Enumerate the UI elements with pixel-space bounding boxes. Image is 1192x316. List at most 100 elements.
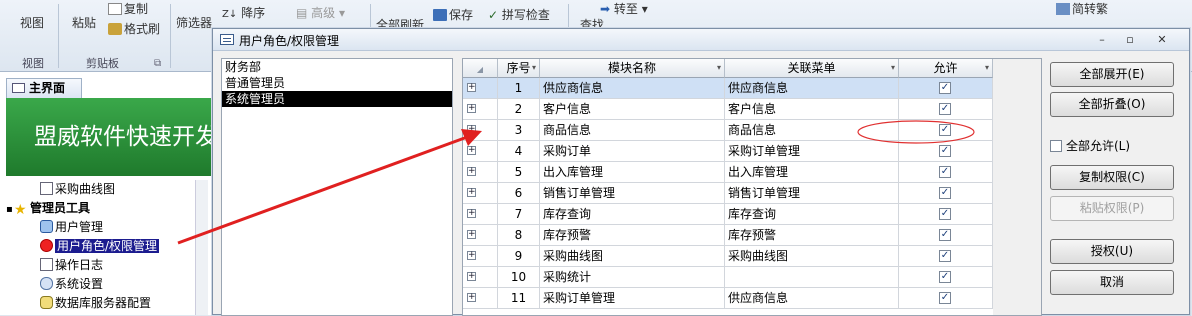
allow-checkbox[interactable]: ✓ [939, 82, 951, 94]
tree-item-label: 操作日志 [55, 258, 104, 272]
table-row[interactable]: +1 供应商信息 供应商信息 ✓ [463, 78, 993, 99]
column-header-module[interactable]: 模块名称 ▾ [540, 59, 725, 78]
clipboard-launcher-icon[interactable]: ⧉ [154, 58, 161, 69]
sort-descending-icon: Z↓ [222, 9, 238, 20]
expand-toggle-icon[interactable]: ▪ [6, 200, 14, 219]
allow-checkbox[interactable]: ✓ [939, 250, 951, 262]
allow-checkbox[interactable]: ✓ [939, 187, 951, 199]
tree-item-operation-log[interactable]: 操作日志 [6, 256, 196, 275]
expand-row-icon[interactable]: + [467, 125, 476, 134]
module-cell: 销售订单管理 [540, 183, 725, 204]
allow-cell: ✓ [899, 204, 993, 225]
format-painter-button[interactable]: 格式刷 [108, 20, 160, 37]
allow-checkbox[interactable]: ✓ [939, 208, 951, 220]
tree-item-user-management[interactable]: 用户管理 [6, 218, 196, 237]
menu-cell: 供应商信息 [725, 288, 899, 309]
dropdown-icon[interactable]: ▾ [717, 59, 721, 77]
expand-row-icon[interactable]: + [467, 83, 476, 92]
restore-button[interactable]: ▫ [1119, 32, 1141, 48]
allow-cell: ✓ [899, 267, 993, 288]
allow-checkbox[interactable]: ✓ [939, 103, 951, 115]
tree-item-db-server-config[interactable]: 数据库服务器配置 [6, 294, 196, 313]
tree-item-admin-tools[interactable]: ▪★ 管理员工具 [6, 199, 196, 218]
nav-tree-scrollbar[interactable] [195, 180, 208, 315]
module-cell: 商品信息 [540, 120, 725, 141]
main-tab[interactable]: 主界面 [6, 78, 82, 98]
table-row[interactable]: +9 采购曲线图 采购曲线图 ✓ [463, 246, 993, 267]
module-cell: 库存预警 [540, 225, 725, 246]
dropdown-icon[interactable]: ▾ [891, 59, 895, 77]
copy-button[interactable]: 复制 [108, 0, 148, 17]
expand-row-icon[interactable]: + [467, 230, 476, 239]
select-all-corner[interactable]: ◢ [463, 59, 498, 78]
role-list[interactable]: 财务部 普通管理员 系统管理员 [221, 58, 453, 316]
dropdown-icon[interactable]: ▾ [985, 59, 989, 77]
table-row[interactable]: +3 商品信息 商品信息 ✓ [463, 120, 993, 141]
paste-button[interactable]: 粘贴 [72, 14, 96, 31]
expand-row-icon[interactable]: + [467, 251, 476, 260]
sort-filter-icon[interactable]: ▾ [532, 59, 536, 77]
allow-checkbox[interactable]: ✓ [939, 292, 951, 304]
authorize-button[interactable]: 授权(U) [1050, 239, 1174, 264]
expand-row-icon[interactable]: + [467, 167, 476, 176]
cancel-button[interactable]: 取消 [1050, 270, 1174, 295]
goto-button[interactable]: ➡ 转至 ▾ [600, 0, 648, 17]
seq-cell: 3 [498, 120, 540, 141]
module-cell: 供应商信息 [540, 78, 725, 99]
save-button[interactable]: 保存 [433, 6, 473, 23]
close-button[interactable]: ✕ [1151, 32, 1173, 48]
allow-checkbox[interactable]: ✓ [939, 166, 951, 178]
column-header-seq[interactable]: 序号 ▾ [498, 59, 540, 78]
copy-permissions-button[interactable]: 复制权限(C) [1050, 165, 1174, 190]
allow-checkbox[interactable]: ✓ [939, 124, 951, 136]
seq-cell: 9 [498, 246, 540, 267]
menu-cell: 出入库管理 [725, 162, 899, 183]
table-row[interactable]: +11 采购订单管理 供应商信息 ✓ [463, 288, 993, 309]
seq-cell: 10 [498, 267, 540, 288]
expand-row-icon[interactable]: + [467, 188, 476, 197]
column-header-allow[interactable]: 允许 ▾ [899, 59, 993, 78]
menu-cell [725, 267, 899, 288]
view-button[interactable]: 视图 [20, 14, 44, 31]
allow-cell: ✓ [899, 120, 993, 141]
descending-button[interactable]: Z↓ 降序 [222, 4, 265, 21]
expand-row-icon[interactable]: + [467, 209, 476, 218]
menu-cell: 采购曲线图 [725, 246, 899, 267]
expand-row-icon[interactable]: + [467, 104, 476, 113]
table-row[interactable]: +10 采购统计 ✓ [463, 267, 993, 288]
checkbox-box[interactable] [1050, 140, 1062, 152]
role-item-selected[interactable]: 系统管理员 [222, 91, 452, 107]
allow-checkbox[interactable]: ✓ [939, 229, 951, 241]
allow-checkbox[interactable]: ✓ [939, 145, 951, 157]
expand-row-icon[interactable]: + [467, 272, 476, 281]
tree-item-system-settings[interactable]: 系统设置 [6, 275, 196, 294]
expand-row-icon[interactable]: + [467, 293, 476, 302]
dialog-titlebar[interactable]: 用户角色/权限管理 – ▫ ✕ [213, 29, 1189, 51]
table-row[interactable]: +8 库存预警 库存预警 ✓ [463, 225, 993, 246]
allow-cell: ✓ [899, 288, 993, 309]
collapse-all-button[interactable]: 全部折叠(O) [1050, 92, 1174, 117]
table-row[interactable]: +4 采购订单 采购订单管理 ✓ [463, 141, 993, 162]
spellcheck-button[interactable]: ✓ 拼写检查 [488, 6, 550, 23]
paste-permissions-button[interactable]: 粘贴权限(P) [1050, 196, 1174, 221]
column-header-menu[interactable]: 关联菜单 ▾ [725, 59, 899, 78]
tree-item-role-permission[interactable]: 用户角色/权限管理 [6, 237, 196, 256]
table-row[interactable]: +5 出入库管理 出入库管理 ✓ [463, 162, 993, 183]
role-item[interactable]: 财务部 [222, 59, 452, 75]
allow-checkbox[interactable]: ✓ [939, 271, 951, 283]
expand-row-icon[interactable]: + [467, 146, 476, 155]
minimize-button[interactable]: – [1091, 32, 1113, 48]
table-row[interactable]: +6 销售订单管理 销售订单管理 ✓ [463, 183, 993, 204]
allow-all-checkbox[interactable]: 全部允许(L) [1050, 138, 1130, 154]
table-row[interactable]: +7 库存查询 库存查询 ✓ [463, 204, 993, 225]
tree-item-purchase-chart[interactable]: 采购曲线图 [6, 180, 196, 199]
expand-all-button[interactable]: 全部展开(E) [1050, 62, 1174, 87]
menu-cell: 库存预警 [725, 225, 899, 246]
advanced-button[interactable]: ▤ 高级 ▾ [296, 4, 345, 21]
table-row[interactable]: +2 客户信息 客户信息 ✓ [463, 99, 993, 120]
advanced-label: 高级 [311, 6, 336, 20]
role-item[interactable]: 普通管理员 [222, 75, 452, 91]
convert-button[interactable]: 简转繁 [1056, 0, 1108, 17]
filter-button[interactable]: 筛选器 [176, 14, 212, 31]
seq-cell: 2 [498, 99, 540, 120]
